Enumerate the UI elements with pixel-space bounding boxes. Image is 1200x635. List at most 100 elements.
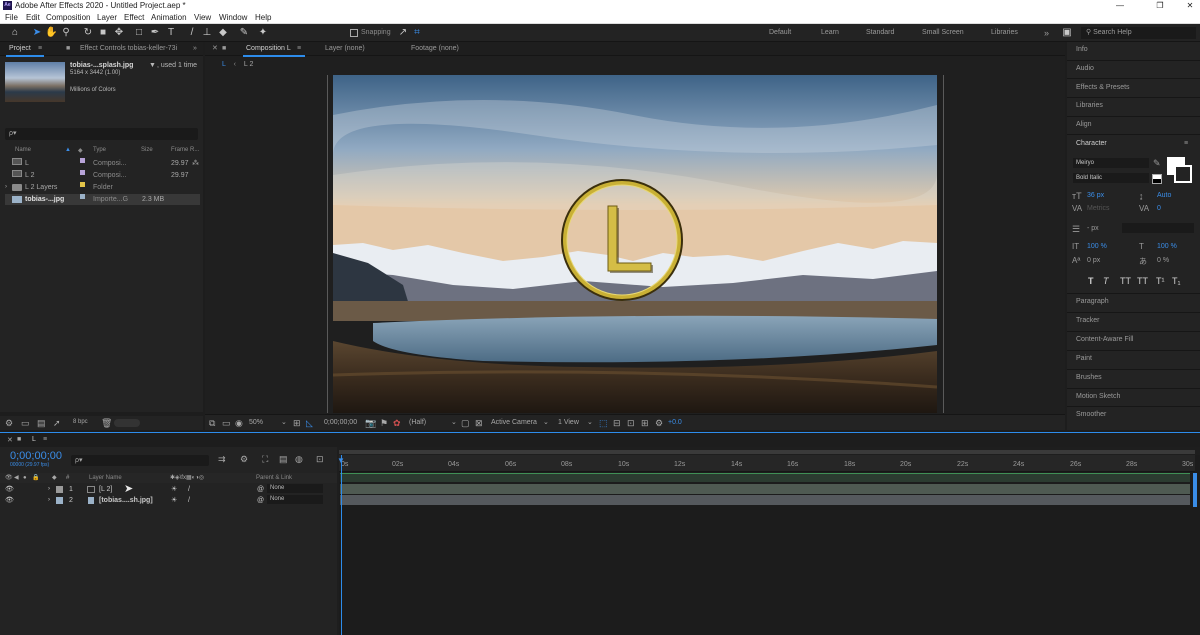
label-column-icon[interactable]: ◆ <box>52 473 57 483</box>
small-caps-button[interactable]: TT <box>1137 276 1148 286</box>
menu-composition[interactable]: Composition <box>46 11 90 24</box>
timeline-current-time[interactable]: 0;00;00;00 <box>10 450 62 462</box>
quality-switch-icon[interactable]: / <box>188 484 190 495</box>
pan-behind-tool-icon[interactable]: ✥ <box>113 26 125 39</box>
font-style-dropdown[interactable]: Bold Italic <box>1073 173 1149 183</box>
lock-column-icon[interactable]: 🔒 <box>32 473 39 483</box>
menu-edit[interactable]: Edit <box>26 11 40 24</box>
quality-switch-icon[interactable]: / <box>188 495 190 506</box>
label-color[interactable] <box>56 486 63 493</box>
menu-effect[interactable]: Effect <box>124 11 144 24</box>
close-tab-icon[interactable]: ✕ <box>212 42 218 56</box>
panel-info[interactable]: Info <box>1076 46 1088 53</box>
tab-layer[interactable]: Layer (none) <box>325 42 365 56</box>
panel-content-aware-fill[interactable]: Content-Aware Fill <box>1076 336 1133 343</box>
collapse-switch-icon[interactable]: ☀ <box>171 484 177 495</box>
eyedropper-icon[interactable]: ✎ <box>1153 158 1161 169</box>
stroke-type-dropdown[interactable] <box>1122 223 1194 233</box>
camera-tool-icon[interactable]: ■ <box>97 26 109 39</box>
panel-menu-icon[interactable]: ≡ <box>38 42 42 56</box>
lock-icon[interactable]: ■ <box>17 436 21 443</box>
panel-character[interactable]: Character <box>1076 140 1107 147</box>
tsume-value[interactable]: 0 % <box>1157 257 1169 264</box>
selected-item-dropdown-icon[interactable]: ▼ <box>149 62 156 69</box>
thumbnail-slider[interactable] <box>114 419 140 427</box>
show-snapshot-icon[interactable]: ⚑ <box>380 415 388 431</box>
view-layout-dropdown[interactable]: 1 View <box>558 415 579 431</box>
zoom-dropdown[interactable]: 50% <box>249 415 263 431</box>
playhead-handle-icon[interactable]: ▼ <box>337 456 345 465</box>
lock-icon[interactable]: ■ <box>222 42 226 56</box>
pickwhip-icon[interactable]: @ <box>257 495 264 506</box>
menu-layer[interactable]: Layer <box>97 11 117 24</box>
vertical-scale-value[interactable]: 100 % <box>1087 243 1107 250</box>
puppet-tool-icon[interactable]: ✦ <box>257 26 269 39</box>
zoom-tool-icon[interactable]: ⚲ <box>60 26 72 39</box>
snap-feature-icon[interactable]: ⌗ <box>411 26 423 39</box>
frame-blending-icon[interactable]: ▤ <box>279 454 288 465</box>
column-parent-link[interactable]: Parent & Link <box>256 473 292 483</box>
workspace-small-screen[interactable]: Small Screen <box>922 24 964 42</box>
time-ruler[interactable] <box>339 455 1195 472</box>
column-name[interactable]: Name <box>15 147 31 153</box>
solo-icon[interactable]: ● <box>23 473 27 483</box>
column-type[interactable]: Type <box>93 147 106 153</box>
project-item-l2[interactable]: L 2 Composi... 29.97 <box>5 170 200 181</box>
menu-window[interactable]: Window <box>219 11 247 24</box>
panel-paragraph[interactable]: Paragraph <box>1076 298 1109 305</box>
work-area-bar[interactable] <box>339 450 1195 454</box>
transparency-grid-icon[interactable]: ⊠ <box>475 415 483 431</box>
sort-arrow-icon[interactable]: ▲ <box>65 147 71 153</box>
menu-animation[interactable]: Animation <box>151 11 187 24</box>
selection-tool-icon[interactable]: ➤ <box>31 26 43 39</box>
camera-dropdown[interactable]: Active Camera <box>491 415 537 431</box>
panel-tracker[interactable]: Tracker <box>1076 317 1099 324</box>
close-tab-icon[interactable]: ✕ <box>7 436 13 444</box>
clone-stamp-tool-icon[interactable]: ⊥ <box>201 26 213 39</box>
flowchart-icon[interactable]: ⁂ <box>192 158 199 169</box>
search-help-toggle-icon[interactable]: ▣ <box>1061 26 1073 39</box>
panel-effects-presets[interactable]: Effects & Presets <box>1076 84 1130 91</box>
label-color[interactable] <box>56 497 63 504</box>
menu-help[interactable]: Help <box>255 11 271 24</box>
delete-icon[interactable]: 🗑 <box>101 418 112 429</box>
faux-italic-button[interactable]: T <box>1103 276 1109 286</box>
all-caps-button[interactable]: TT <box>1120 276 1131 286</box>
hand-tool-icon[interactable]: ✋ <box>45 26 57 39</box>
roto-brush-tool-icon[interactable]: ✎ <box>238 26 250 39</box>
exposure-value[interactable]: +0.0 <box>668 415 682 431</box>
stroke-color-swatch[interactable] <box>1174 165 1192 183</box>
resolution-dropdown[interactable]: (Half) <box>409 415 426 431</box>
tab-timeline-l[interactable]: L <box>32 436 36 443</box>
current-time[interactable]: 0;00;00;00 <box>324 415 357 431</box>
chevron-right-icon[interactable]: › <box>48 484 50 495</box>
interpret-footage-icon[interactable]: ⚙ <box>5 418 13 429</box>
minimize-button[interactable]: — <box>1105 0 1135 11</box>
home-icon[interactable]: ⌂ <box>9 26 21 39</box>
composition-viewer[interactable]: L <box>333 75 937 413</box>
pen-tool-icon[interactable]: ✒ <box>149 26 161 39</box>
type-tool-icon[interactable]: T <box>165 26 177 39</box>
stroke-width-value[interactable]: - px <box>1087 225 1099 232</box>
snapshot-icon[interactable]: 📷 <box>365 415 376 431</box>
region-of-interest-icon[interactable]: ▢ <box>461 415 470 431</box>
menu-file[interactable]: File <box>5 11 18 24</box>
snapping-checkbox[interactable] <box>350 29 358 37</box>
workspace-libraries[interactable]: Libraries <box>991 24 1018 42</box>
shy-layers-icon[interactable]: ⛶ <box>262 454 268 465</box>
leading-value[interactable]: Auto <box>1157 192 1171 199</box>
mask-visibility-icon[interactable]: ◺ <box>306 415 313 431</box>
panel-audio[interactable]: Audio <box>1076 65 1094 72</box>
project-item-l[interactable]: L Composi... 29.97 ⁂ <box>5 158 200 169</box>
column-frame-rate[interactable]: Frame R... <box>171 147 199 153</box>
font-family-dropdown[interactable]: Meiryo <box>1073 158 1149 168</box>
collapse-switch-icon[interactable]: ☀ <box>171 495 177 506</box>
layer-row-1[interactable]: 👁 › 1 [L 2] ☀ / @ None <box>0 484 337 495</box>
panel-motion-sketch[interactable]: Motion Sketch <box>1076 393 1120 400</box>
grid-overlay-icon[interactable]: ⊞ <box>293 415 301 431</box>
close-button[interactable]: ✕ <box>1175 0 1200 11</box>
layer-2-bar[interactable] <box>340 495 1190 505</box>
bit-depth-button[interactable]: 8 bpc <box>73 419 88 425</box>
layer-name[interactable]: [tobias....sh.jpg] <box>99 495 153 506</box>
workspace-default[interactable]: Default <box>769 24 791 42</box>
